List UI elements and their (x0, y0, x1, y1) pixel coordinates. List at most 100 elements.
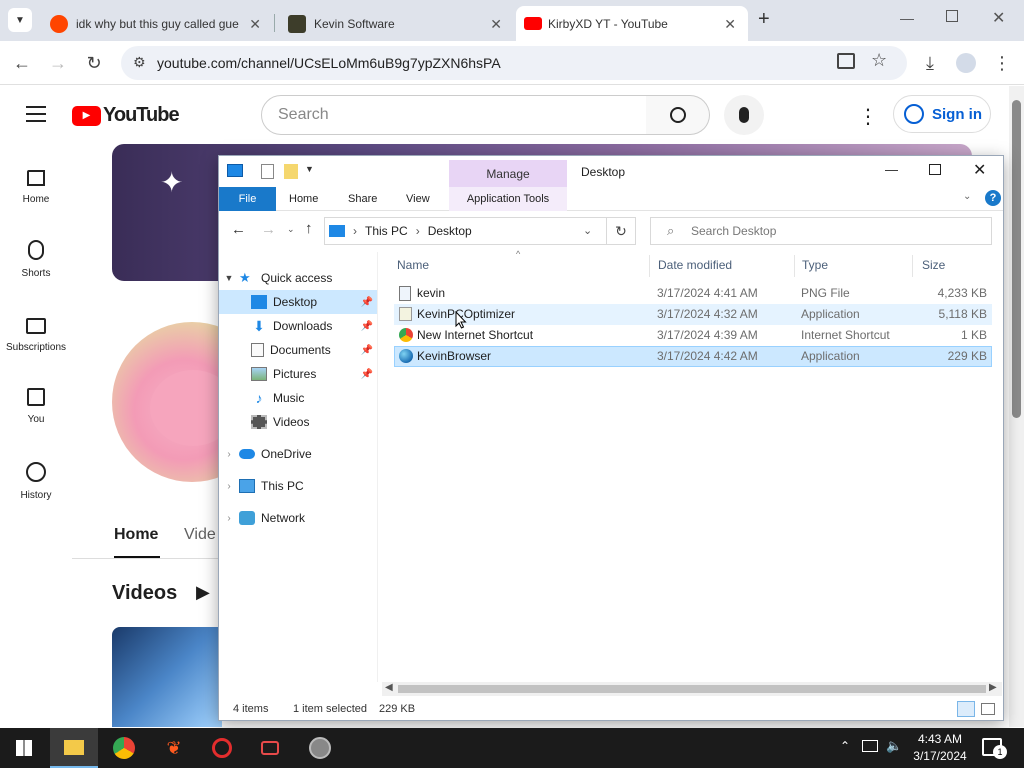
recent-locations-icon[interactable]: ⌄ (287, 224, 295, 235)
properties-qat-icon[interactable] (261, 164, 274, 179)
expand-chevron-icon[interactable]: › (219, 449, 239, 460)
install-app-icon[interactable] (837, 53, 855, 69)
file-row[interactable]: KevinPCOptimizer 3/17/2024 4:32 AM Appli… (394, 304, 992, 325)
nav-history[interactable]: History (0, 462, 72, 501)
start-button[interactable] (0, 728, 48, 768)
nav-item-pictures[interactable]: Pictures 📌 (219, 362, 377, 386)
youtube-search-input[interactable]: Search (261, 95, 647, 135)
scrollbar-thumb[interactable] (1012, 100, 1021, 418)
nav-quick-access[interactable]: ▼ ★ Quick access (219, 266, 377, 290)
nav-home[interactable]: Home (0, 166, 72, 205)
youtube-search-button[interactable] (646, 95, 710, 135)
taskbar-clock[interactable]: 4:43 AM 3/17/2024 (909, 731, 971, 765)
sign-in-button[interactable]: Sign in (893, 95, 991, 133)
restore-window-icon[interactable] (946, 10, 958, 22)
ribbon-tab-file[interactable]: File (219, 187, 276, 211)
browser-tab[interactable]: idk why but this guy called gue ✕ (36, 6, 273, 41)
nav-item-videos[interactable]: Videos (219, 410, 377, 434)
maximize-icon[interactable] (929, 164, 941, 175)
channel-tab-home[interactable]: Home (114, 526, 160, 558)
nav-item-music[interactable]: ♪ Music (219, 386, 377, 410)
ribbon-tab-home[interactable]: Home (289, 187, 318, 211)
reload-icon[interactable]: ↻ (82, 51, 106, 75)
close-tab-icon[interactable]: ✕ (490, 16, 502, 33)
expand-chevron-icon[interactable]: › (219, 481, 239, 492)
up-level-icon[interactable]: ↑ (305, 220, 313, 237)
nav-forward-icon[interactable]: → (261, 221, 276, 238)
collapse-chevron-icon[interactable]: ▼ (219, 273, 239, 283)
chrome-taskbar-button[interactable] (100, 728, 148, 768)
minimize-icon[interactable]: — (885, 162, 898, 177)
bookmark-star-icon[interactable]: ☆ (871, 50, 887, 71)
network-status-icon[interactable] (862, 740, 878, 752)
new-folder-qat-icon[interactable] (284, 164, 298, 179)
browser-tab[interactable]: Kevin Software ✕ (274, 6, 514, 41)
profile-icon[interactable] (954, 51, 978, 75)
site-settings-icon[interactable]: ⚙ (133, 54, 146, 71)
ribbon-tab-application-tools[interactable]: Application Tools (449, 187, 567, 211)
scroll-left-icon[interactable]: ◀ (385, 682, 393, 693)
voice-search-button[interactable] (724, 95, 764, 135)
back-icon[interactable]: ← (10, 51, 34, 75)
video-thumbnail[interactable] (112, 627, 222, 727)
nav-this-pc[interactable]: › This PC (219, 474, 377, 498)
butterfly-app-button[interactable]: ❦ (150, 728, 198, 768)
column-date-modified[interactable]: Date modified (658, 258, 732, 272)
expand-ribbon-icon[interactable]: ⌄ (963, 191, 971, 202)
nav-you[interactable]: You (0, 388, 72, 425)
address-dropdown-icon[interactable]: ⌄ (583, 224, 592, 237)
column-name[interactable]: Name (397, 258, 429, 272)
chrome-menu-icon[interactable]: ⋮ (990, 51, 1014, 75)
menu-icon[interactable] (26, 106, 46, 122)
address-breadcrumb[interactable]: › This PC › Desktop ⌄ (324, 217, 607, 245)
scrollbar-thumb[interactable] (398, 685, 986, 693)
volume-muted-icon[interactable]: 🔈 (886, 738, 902, 754)
minimize-window-icon[interactable]: — (900, 10, 914, 26)
nav-shorts[interactable]: Shorts (0, 240, 72, 279)
close-icon[interactable]: ✕ (973, 160, 986, 180)
browser-tab-active[interactable]: KirbyXD YT - YouTube ✕ (516, 6, 748, 41)
scroll-right-icon[interactable]: ▶ (989, 682, 997, 693)
large-icons-view-icon[interactable] (981, 703, 995, 715)
red-app-button[interactable] (198, 728, 246, 768)
show-hidden-icons-icon[interactable]: ⌃ (840, 739, 850, 753)
address-bar[interactable]: ⚙ youtube.com/channel/UCsELoMm6uB9g7ypZX… (121, 46, 907, 80)
new-tab-icon[interactable]: + (758, 8, 770, 31)
download-icon[interactable]: ⤓ (918, 51, 942, 75)
close-tab-icon[interactable]: ✕ (249, 16, 261, 33)
details-view-icon[interactable] (957, 701, 975, 717)
file-row[interactable]: kevin 3/17/2024 4:41 AM PNG File 4,233 K… (394, 283, 992, 304)
qat-dropdown-icon[interactable]: ▼ (305, 164, 314, 174)
nav-item-downloads[interactable]: ⬇ Downloads 📌 (219, 314, 377, 338)
youtube-logo[interactable]: ▶ YouTube (72, 104, 180, 127)
nav-back-icon[interactable]: ← (231, 221, 246, 238)
nav-network[interactable]: › Network (219, 506, 377, 530)
play-all-icon[interactable]: ▶ (196, 582, 210, 603)
refresh-button[interactable]: ↻ (607, 217, 636, 245)
nav-subscriptions[interactable]: Subscriptions (0, 314, 72, 353)
column-size[interactable]: Size (922, 258, 945, 272)
file-row[interactable]: New Internet Shortcut 3/17/2024 4:39 AM … (394, 325, 992, 346)
close-window-icon[interactable]: ✕ (992, 8, 1005, 28)
ribbon-tab-share[interactable]: Share (348, 187, 377, 211)
forward-icon[interactable]: → (46, 51, 70, 75)
close-tab-icon[interactable]: ✕ (724, 16, 736, 33)
channel-tab-videos[interactable]: Vide (184, 526, 216, 544)
horizontal-scrollbar[interactable]: ◀ ▶ (382, 682, 1002, 696)
page-scrollbar[interactable] (1009, 86, 1024, 727)
explorer-search-input[interactable]: ⌕ Search Desktop (650, 217, 992, 245)
nav-item-documents[interactable]: Documents 📌 (219, 338, 377, 362)
nav-onedrive[interactable]: › OneDrive (219, 442, 377, 466)
expand-chevron-icon[interactable]: › (219, 513, 239, 524)
file-row-selected[interactable]: KevinBrowser 3/17/2024 4:42 AM Applicati… (394, 346, 992, 367)
breadcrumb-desktop[interactable]: Desktop (428, 224, 472, 238)
file-explorer-taskbar-button[interactable] (50, 728, 98, 768)
more-options-icon[interactable]: ⋮ (858, 104, 878, 129)
notification-center-icon[interactable]: 1 (982, 738, 1007, 759)
column-type[interactable]: Type (802, 258, 828, 272)
ribbon-tab-view[interactable]: View (406, 187, 430, 211)
nav-item-desktop[interactable]: Desktop 📌 (219, 290, 377, 314)
tab-search-button[interactable]: ▼ (8, 8, 32, 32)
compass-app-button[interactable] (296, 728, 344, 768)
breadcrumb-this-pc[interactable]: This PC (365, 224, 408, 238)
